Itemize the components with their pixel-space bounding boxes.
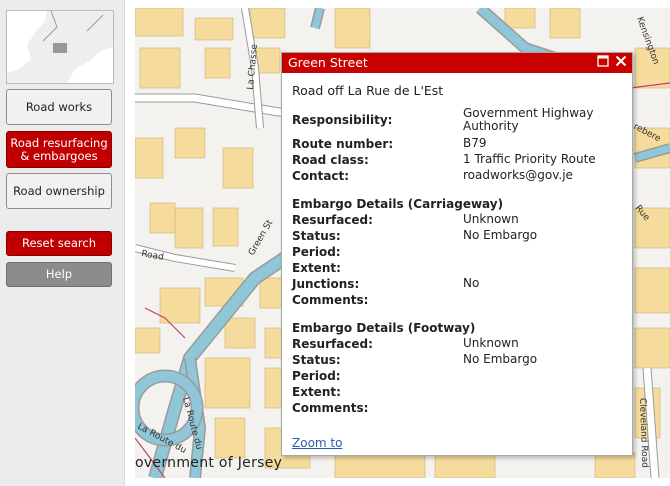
field-label: Status: bbox=[292, 229, 341, 243]
field-value[interactable]: roadworks@gov.je bbox=[463, 169, 623, 182]
field-label: Comments: bbox=[292, 401, 369, 415]
carriageway-heading: Embargo Details (Carriageway) bbox=[292, 197, 504, 211]
overview-map[interactable] bbox=[6, 10, 114, 84]
field-value: 1 Traffic Priority Route bbox=[463, 152, 596, 166]
field-label: Responsibility: bbox=[292, 113, 393, 127]
field-value: B79 bbox=[463, 136, 487, 150]
popup-header: Green Street bbox=[282, 53, 632, 73]
sidebar: Road works Road resurfacing & embargoes … bbox=[0, 0, 125, 486]
field-label: Comments: bbox=[292, 293, 369, 307]
field-value: No Embargo bbox=[463, 228, 538, 242]
road-works-button[interactable]: Road works bbox=[6, 89, 112, 125]
field-label: Extent: bbox=[292, 385, 341, 399]
close-icon[interactable] bbox=[614, 55, 628, 69]
field-label: Route number: bbox=[292, 137, 394, 151]
feature-info-popup: Green Street Road off La Rue de L'Est Re… bbox=[281, 52, 633, 456]
field-label: Resurfaced: bbox=[292, 213, 373, 227]
map-attribution: overnment of Jersey bbox=[135, 455, 283, 471]
road-ownership-button[interactable]: Road ownership bbox=[6, 173, 112, 209]
maximize-icon[interactable] bbox=[596, 55, 610, 69]
field-value: Unknown bbox=[463, 212, 519, 226]
field-label: Status: bbox=[292, 353, 341, 367]
help-button[interactable]: Help bbox=[6, 262, 112, 287]
overview-extent-box bbox=[53, 43, 67, 53]
popup-title: Green Street bbox=[288, 55, 368, 70]
field-value: No bbox=[463, 276, 480, 290]
field-label: Road class: bbox=[292, 153, 369, 167]
field-value: No Embargo bbox=[463, 352, 538, 366]
reset-search-button[interactable]: Reset search bbox=[6, 231, 112, 256]
zoom-to-link[interactable]: Zoom to bbox=[292, 436, 342, 450]
field-label: Junctions: bbox=[292, 277, 360, 291]
popup-subtitle: Road off La Rue de L'Est bbox=[292, 83, 444, 98]
road-resurfacing-button[interactable]: Road resurfacing & embargoes bbox=[6, 131, 112, 168]
field-value: Government Highway Authority bbox=[463, 106, 594, 133]
field-label: Period: bbox=[292, 369, 341, 383]
footway-heading: Embargo Details (Footway) bbox=[292, 321, 476, 335]
field-value: Unknown bbox=[463, 336, 519, 350]
field-label: Contact: bbox=[292, 169, 350, 183]
field-label: Extent: bbox=[292, 261, 341, 275]
field-label: Resurfaced: bbox=[292, 337, 373, 351]
field-label: Period: bbox=[292, 245, 341, 259]
